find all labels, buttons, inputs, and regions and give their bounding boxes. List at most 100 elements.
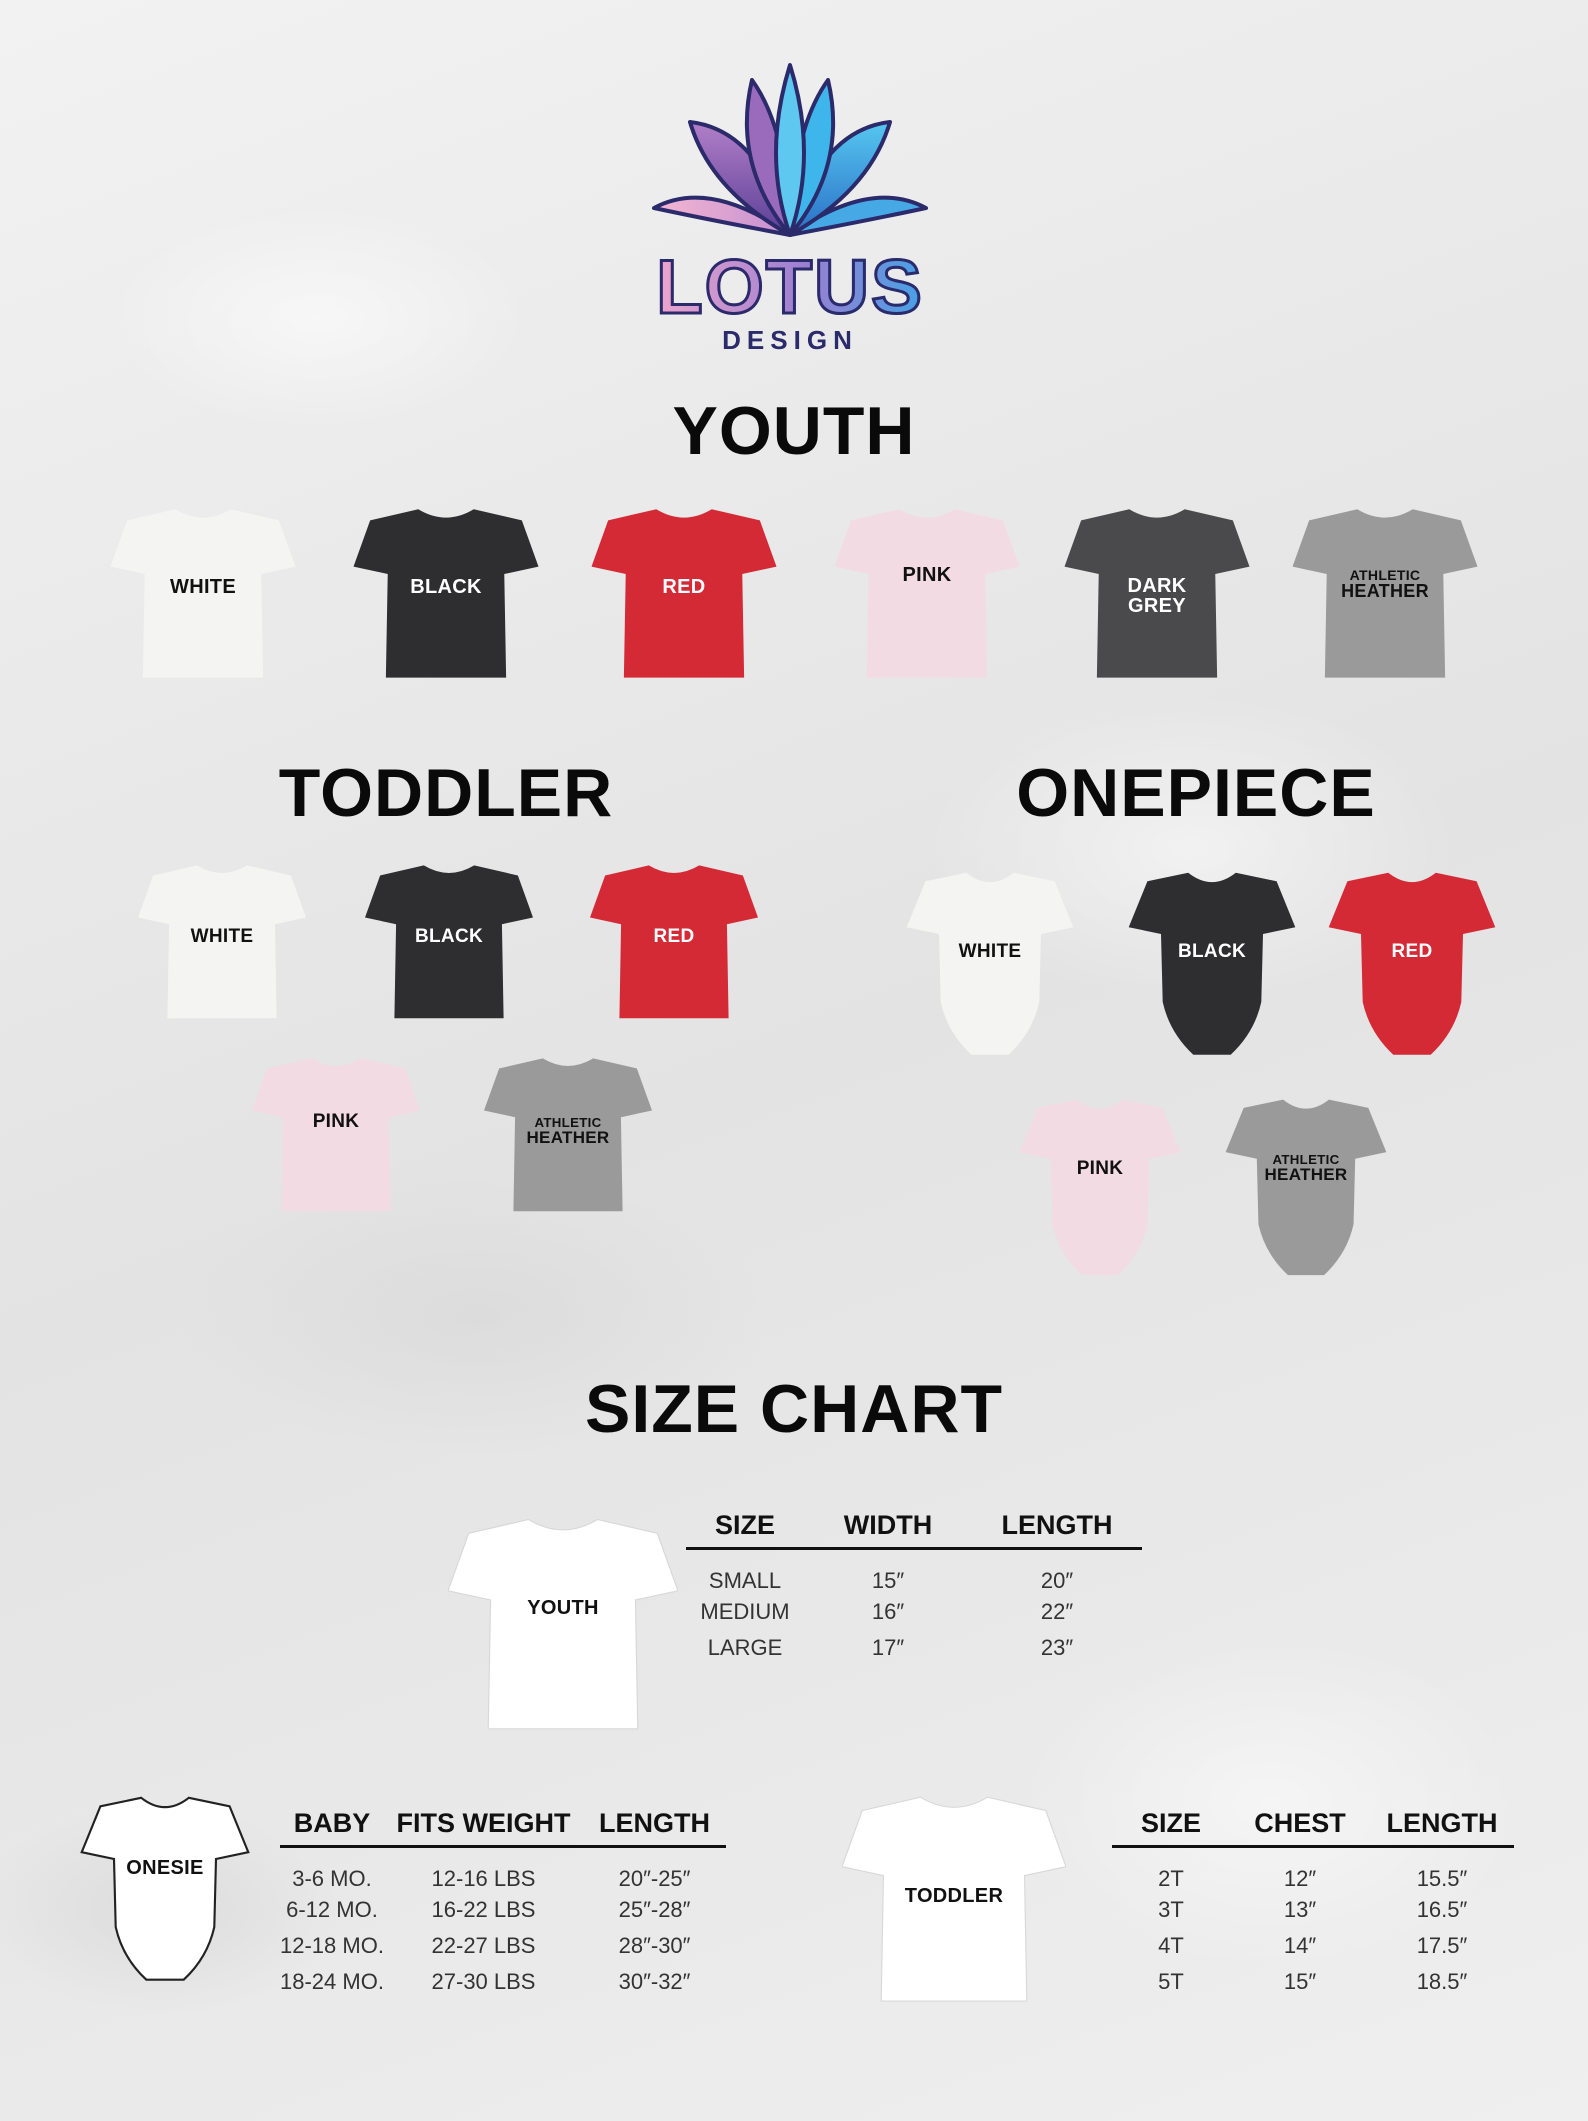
table-cell: 18.5″	[1416, 1969, 1468, 1994]
shirt-label-line2: HEATHER	[1341, 581, 1429, 602]
table-header-row: SIZE CHEST LENGTH	[1112, 1808, 1514, 1848]
toddler-shirt-black[interactable]: BLACK	[365, 857, 533, 1025]
table-cell: 5T	[1158, 1969, 1184, 1994]
brand-name: LOTUS	[640, 248, 940, 327]
figure-label: ONESIE	[126, 1857, 204, 1879]
shirt-label-line2: HEATHER	[526, 1128, 610, 1148]
table-row: LARGE 17″ 23″	[686, 1630, 1142, 1666]
shirt-label: ATHLETIC HEATHER	[484, 1115, 652, 1148]
figure-label: TODDLER	[904, 1885, 1004, 1907]
table-cell: 16″	[871, 1599, 905, 1624]
table-cell: 16-22 LBS	[431, 1897, 536, 1922]
toddler-heading: TODDLER	[278, 755, 614, 831]
tshirt-icon	[448, 1508, 678, 1738]
onepiece-heading: ONEPIECE	[1016, 755, 1376, 831]
table-cell: 17″	[871, 1635, 905, 1660]
table-row: 4T 14″ 17.5″	[1112, 1928, 1514, 1964]
youth-shirt-athletic-heather[interactable]: ATHLETIC HEATHER	[1290, 500, 1480, 685]
table-cell: 12-18 MO.	[280, 1933, 384, 1958]
youth-shirt-pink[interactable]: PINK	[832, 500, 1022, 685]
youth-shirt-dark-grey[interactable]: DARK GREY	[1062, 500, 1252, 685]
table-cell: 25″-28″	[618, 1897, 691, 1922]
onepiece-white[interactable]: WHITE	[905, 866, 1075, 1070]
onesie-icon	[1327, 866, 1497, 1070]
baby-size-table: BABY FITS WEIGHT LENGTH 3-6 MO. 12-16 LBS…	[280, 1808, 726, 2000]
tshirt-icon	[252, 1050, 420, 1218]
shirt-label: DARK GREY	[1062, 576, 1252, 616]
shirt-label-line2: GREY	[1128, 595, 1186, 617]
shirt-label: BLACK	[415, 926, 483, 947]
shirt-label: PINK	[312, 1111, 360, 1132]
table-cell: 15″	[1283, 1969, 1317, 1994]
column-header: WIDTH	[804, 1510, 972, 1550]
brand-logo: LOTUS DESIGN	[640, 60, 940, 360]
table-row: 12-18 MO. 22-27 LBS 28″-30″	[280, 1928, 726, 1964]
onepiece-athletic-heather[interactable]: ATHLETIC HEATHER	[1224, 1093, 1388, 1290]
column-header: BABY	[280, 1808, 384, 1848]
table-cell: 14″	[1283, 1933, 1317, 1958]
table-cell: 18-24 MO.	[280, 1969, 384, 1994]
youth-shirt-white[interactable]: WHITE	[108, 500, 298, 685]
toddler-shirt-pink[interactable]: PINK	[252, 1050, 420, 1218]
size-chart-heading: SIZE CHART	[585, 1371, 1003, 1447]
table-cell: 4T	[1158, 1933, 1184, 1958]
youth-size-table: SIZE WIDTH LENGTH SMALL 15″ 20″ MEDIUM 16″ 2…	[686, 1510, 1142, 1666]
onesie-label: WHITE	[958, 941, 1022, 962]
table-cell: 2T	[1158, 1866, 1184, 1891]
table-cell: LARGE	[707, 1635, 783, 1660]
table-cell: 22-27 LBS	[431, 1933, 536, 1958]
shirt-label: RED	[662, 576, 706, 598]
table-cell: 16.5″	[1416, 1897, 1468, 1922]
shirt-label-line1: DARK	[1127, 575, 1187, 597]
table-cell: 22″	[1040, 1599, 1074, 1624]
onepiece-black[interactable]: BLACK	[1127, 866, 1297, 1070]
column-header: LENGTH	[972, 1510, 1142, 1550]
column-header: SIZE	[686, 1510, 804, 1550]
table-cell: 28″-30″	[618, 1933, 691, 1958]
table-row: 18-24 MO. 27-30 LBS 30″-32″	[280, 1964, 726, 2000]
shirt-label: BLACK	[410, 576, 482, 598]
onesie-icon	[1224, 1093, 1388, 1290]
youth-shirt-red[interactable]: RED	[589, 500, 779, 685]
onesie-size-figure: ONESIE	[80, 1790, 250, 1996]
column-header: LENGTH	[1370, 1808, 1514, 1848]
table-row: 2T 12″ 15.5″	[1112, 1847, 1514, 1893]
table-cell: 20″-25″	[618, 1866, 691, 1891]
onesie-icon	[1018, 1093, 1182, 1290]
shirt-label: RED	[653, 926, 695, 947]
shirt-label: PINK	[902, 564, 952, 586]
table-row: 3-6 MO. 12-16 LBS 20″-25″	[280, 1847, 726, 1893]
onesie-label: ATHLETIC HEATHER	[1224, 1152, 1388, 1184]
onepiece-pink[interactable]: PINK	[1018, 1093, 1182, 1290]
figure-label: YOUTH	[527, 1597, 599, 1619]
table-cell: 30″-32″	[618, 1969, 691, 1994]
onepiece-red[interactable]: RED	[1327, 866, 1497, 1070]
table-cell: 3-6 MO.	[292, 1866, 372, 1891]
shirt-label-line1: ATHLETIC	[534, 1115, 602, 1130]
table-cell: 20″	[1040, 1568, 1074, 1593]
table-cell: SMALL	[708, 1568, 782, 1593]
toddler-shirt-white[interactable]: WHITE	[138, 857, 306, 1025]
table-cell: 6-12 MO.	[286, 1897, 378, 1922]
toddler-size-table: SIZE CHEST LENGTH 2T 12″ 15.5″ 3T 13″ 16.5″ …	[1112, 1808, 1514, 2000]
table-cell: 3T	[1158, 1897, 1184, 1922]
onesie-label-line1: ATHLETIC	[1272, 1152, 1340, 1167]
onesie-icon	[1127, 866, 1297, 1070]
youth-shirt-black[interactable]: BLACK	[351, 500, 541, 685]
shirt-label: ATHLETIC HEATHER	[1290, 568, 1480, 600]
table-cell: 12″	[1283, 1866, 1317, 1891]
youth-size-figure: YOUTH	[448, 1508, 678, 1738]
onesie-icon	[905, 866, 1075, 1070]
toddler-shirt-athletic-heather[interactable]: ATHLETIC HEATHER	[484, 1050, 652, 1218]
table-cell: 23″	[1040, 1635, 1074, 1660]
youth-heading: YOUTH	[672, 393, 916, 469]
toddler-shirt-red[interactable]: RED	[590, 857, 758, 1025]
table-cell: 15″	[871, 1568, 905, 1593]
column-header: SIZE	[1112, 1808, 1230, 1848]
table-row: 5T 15″ 18.5″	[1112, 1964, 1514, 2000]
table-cell: 15.5″	[1416, 1866, 1468, 1891]
table-cell: 17.5″	[1416, 1933, 1468, 1958]
table-cell: MEDIUM	[700, 1599, 790, 1624]
table-row: MEDIUM 16″ 22″	[686, 1594, 1142, 1630]
table-header-row: SIZE WIDTH LENGTH	[686, 1510, 1142, 1550]
